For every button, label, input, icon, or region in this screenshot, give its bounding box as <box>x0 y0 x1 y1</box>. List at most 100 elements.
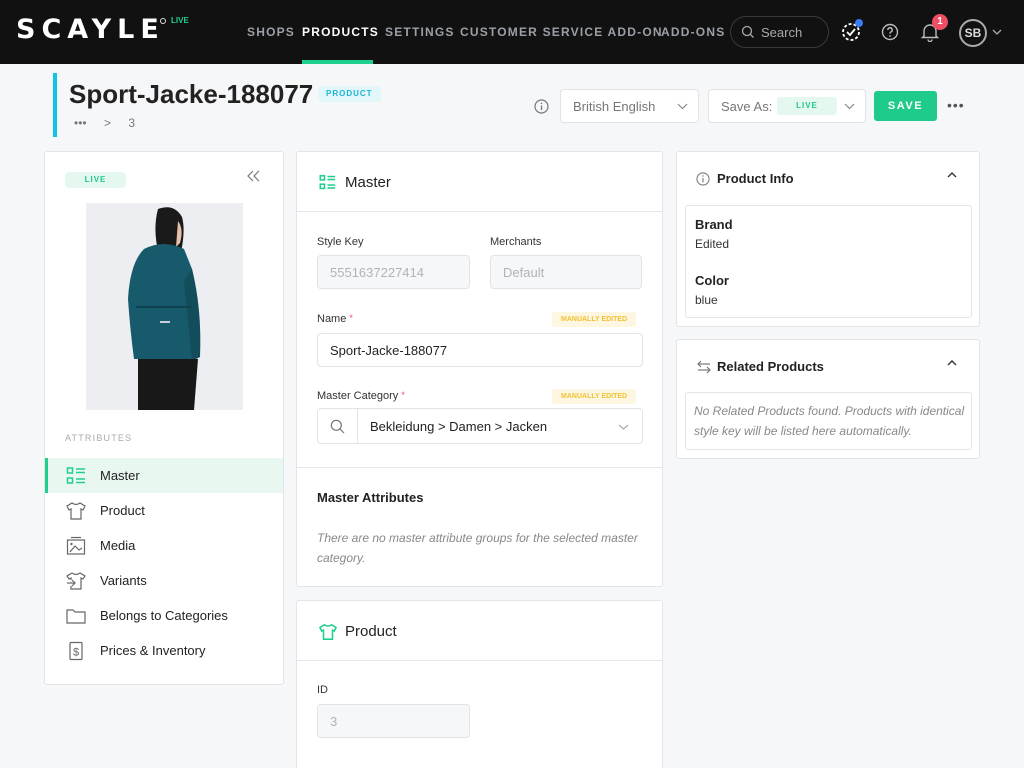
required-marker: * <box>349 313 353 323</box>
search-placeholder: Search <box>761 25 802 40</box>
top-navigation-bar: SCAYLE LIVE SHOPS PRODUCTS SETTINGS CUST… <box>0 0 1024 64</box>
chevron-up-icon[interactable] <box>947 359 957 367</box>
attributes-section-heading: ATTRIBUTES <box>65 433 132 443</box>
info-icon[interactable] <box>534 99 549 114</box>
nav-customer-service-add-on[interactable]: CUSTOMER SERVICE ADD-ON <box>460 25 663 39</box>
image-icon <box>66 536 86 556</box>
master-section: Master Style Key 5551637227414 Merchants… <box>296 151 663 587</box>
chevron-down-icon[interactable] <box>992 29 1002 35</box>
product-info-panel: Product Info Brand Edited Color blue <box>676 151 980 327</box>
save-as-select[interactable]: Save As: LIVE <box>708 89 866 123</box>
product-section: Product ID 3 <box>296 600 663 768</box>
breadcrumb: ••• > 3 <box>74 116 149 130</box>
master-category-value: Bekleidung > Damen > Jacken <box>370 419 547 434</box>
status-badge: LIVE <box>65 172 126 188</box>
search-icon <box>330 419 345 434</box>
product-sidebar: LIVE ATTRIBUTES Master Product Media Var… <box>44 151 284 685</box>
sidebar-item-label: Media <box>100 538 135 553</box>
shirt-icon <box>319 623 337 641</box>
user-avatar[interactable]: SB <box>959 19 987 47</box>
id-field: 3 <box>317 704 470 738</box>
master-attributes-empty-note: There are no master attribute groups for… <box>317 528 647 568</box>
sidebar-item-belongs-to-categories[interactable]: Belongs to Categories <box>45 598 283 633</box>
id-label: ID <box>317 684 328 696</box>
entity-type-badge: PRODUCT <box>318 86 381 102</box>
nav-shops[interactable]: SHOPS <box>247 25 295 39</box>
product-info-fields: Brand Edited Color blue <box>685 205 972 318</box>
list-icon <box>319 174 336 191</box>
chevron-down-icon <box>844 103 855 110</box>
product-image[interactable] <box>86 203 243 410</box>
swap-arrows-icon <box>696 360 712 374</box>
sidebar-item-media[interactable]: Media <box>45 528 283 563</box>
save-button[interactable]: SAVE <box>874 91 937 121</box>
notification-count-badge: 1 <box>932 14 948 30</box>
save-as-label: Save As: <box>721 99 772 114</box>
master-category-label-text: Master Category <box>317 390 398 402</box>
name-label-text: Name <box>317 313 346 325</box>
more-options-button[interactable]: ••• <box>947 97 965 113</box>
save-as-value-badge: LIVE <box>777 97 837 115</box>
nav-settings[interactable]: SETTINGS <box>385 25 455 39</box>
shirt-icon <box>66 501 86 521</box>
color-key: Color <box>695 273 729 288</box>
sidebar-item-prices-inventory[interactable]: $ Prices & Inventory <box>45 633 283 668</box>
variants-icon <box>66 571 86 591</box>
sidebar-item-product[interactable]: Product <box>45 493 283 528</box>
product-section-title: Product <box>345 623 397 640</box>
brand-key: Brand <box>695 217 733 232</box>
breadcrumb-separator: > <box>104 116 111 130</box>
brand-value: Edited <box>695 237 729 251</box>
chevron-up-icon[interactable] <box>947 171 957 179</box>
sidebar-item-label: Prices & Inventory <box>100 643 206 658</box>
master-section-header: Master <box>297 152 662 212</box>
sidebar-item-master[interactable]: Master <box>45 458 283 493</box>
breadcrumb-current: 3 <box>128 116 135 130</box>
active-nav-indicator <box>302 60 373 64</box>
sidebar-item-variants[interactable]: Variants <box>45 563 283 598</box>
nav-add-ons[interactable]: ADD-ONS <box>661 25 725 39</box>
manually-edited-badge: MANUALLY EDITED <box>552 389 636 404</box>
merchants-label: Merchants <box>490 236 541 248</box>
sidebar-item-label: Belongs to Categories <box>100 608 228 623</box>
title-accent-bar <box>53 73 57 137</box>
related-products-empty-box: No Related Products found. Products with… <box>685 392 972 450</box>
master-category-select[interactable]: Bekleidung > Damen > Jacken <box>317 408 643 444</box>
sidebar-item-label: Product <box>100 503 145 518</box>
product-info-title: Product Info <box>717 171 794 186</box>
help-icon[interactable] <box>881 23 899 41</box>
category-search-button[interactable] <box>318 409 358 443</box>
master-attributes-title: Master Attributes <box>317 490 423 505</box>
manually-edited-badge: MANUALLY EDITED <box>552 312 636 327</box>
chevron-down-icon <box>618 424 629 430</box>
nav-products[interactable]: PRODUCTS <box>302 25 379 39</box>
related-products-title: Related Products <box>717 359 824 374</box>
style-key-label: Style Key <box>317 236 363 248</box>
related-products-panel: Related Products No Related Products fou… <box>676 339 980 459</box>
related-products-empty-note: No Related Products found. Products with… <box>694 401 969 441</box>
scayle-logo[interactable]: SCAYLE <box>16 14 165 45</box>
language-value: British English <box>573 99 655 114</box>
merchants-field: Default <box>490 255 642 289</box>
environment-label: LIVE <box>171 16 189 25</box>
list-icon <box>66 466 86 486</box>
sidebar-item-label: Master <box>100 468 140 483</box>
global-search-input[interactable]: Search <box>730 16 829 48</box>
breadcrumb-more[interactable]: ••• <box>74 116 87 130</box>
collapse-sidebar-icon[interactable] <box>247 170 261 182</box>
style-key-field: 5551637227414 <box>317 255 470 289</box>
product-section-header: Product <box>297 601 662 661</box>
logo-ring-icon <box>160 18 166 24</box>
info-icon <box>696 172 710 186</box>
master-category-label: Master Category* <box>317 390 405 402</box>
sidebar-item-label: Variants <box>100 573 147 588</box>
folder-icon <box>66 606 86 626</box>
language-select[interactable]: British English <box>560 89 699 123</box>
name-input[interactable]: Sport-Jacke-188077 <box>317 333 643 367</box>
required-marker: * <box>401 390 405 400</box>
tasks-indicator-dot <box>855 19 863 27</box>
section-divider <box>297 467 662 468</box>
svg-text:$: $ <box>73 647 79 659</box>
search-icon <box>741 25 755 39</box>
page-title: Sport-Jacke-188077 <box>69 79 313 110</box>
